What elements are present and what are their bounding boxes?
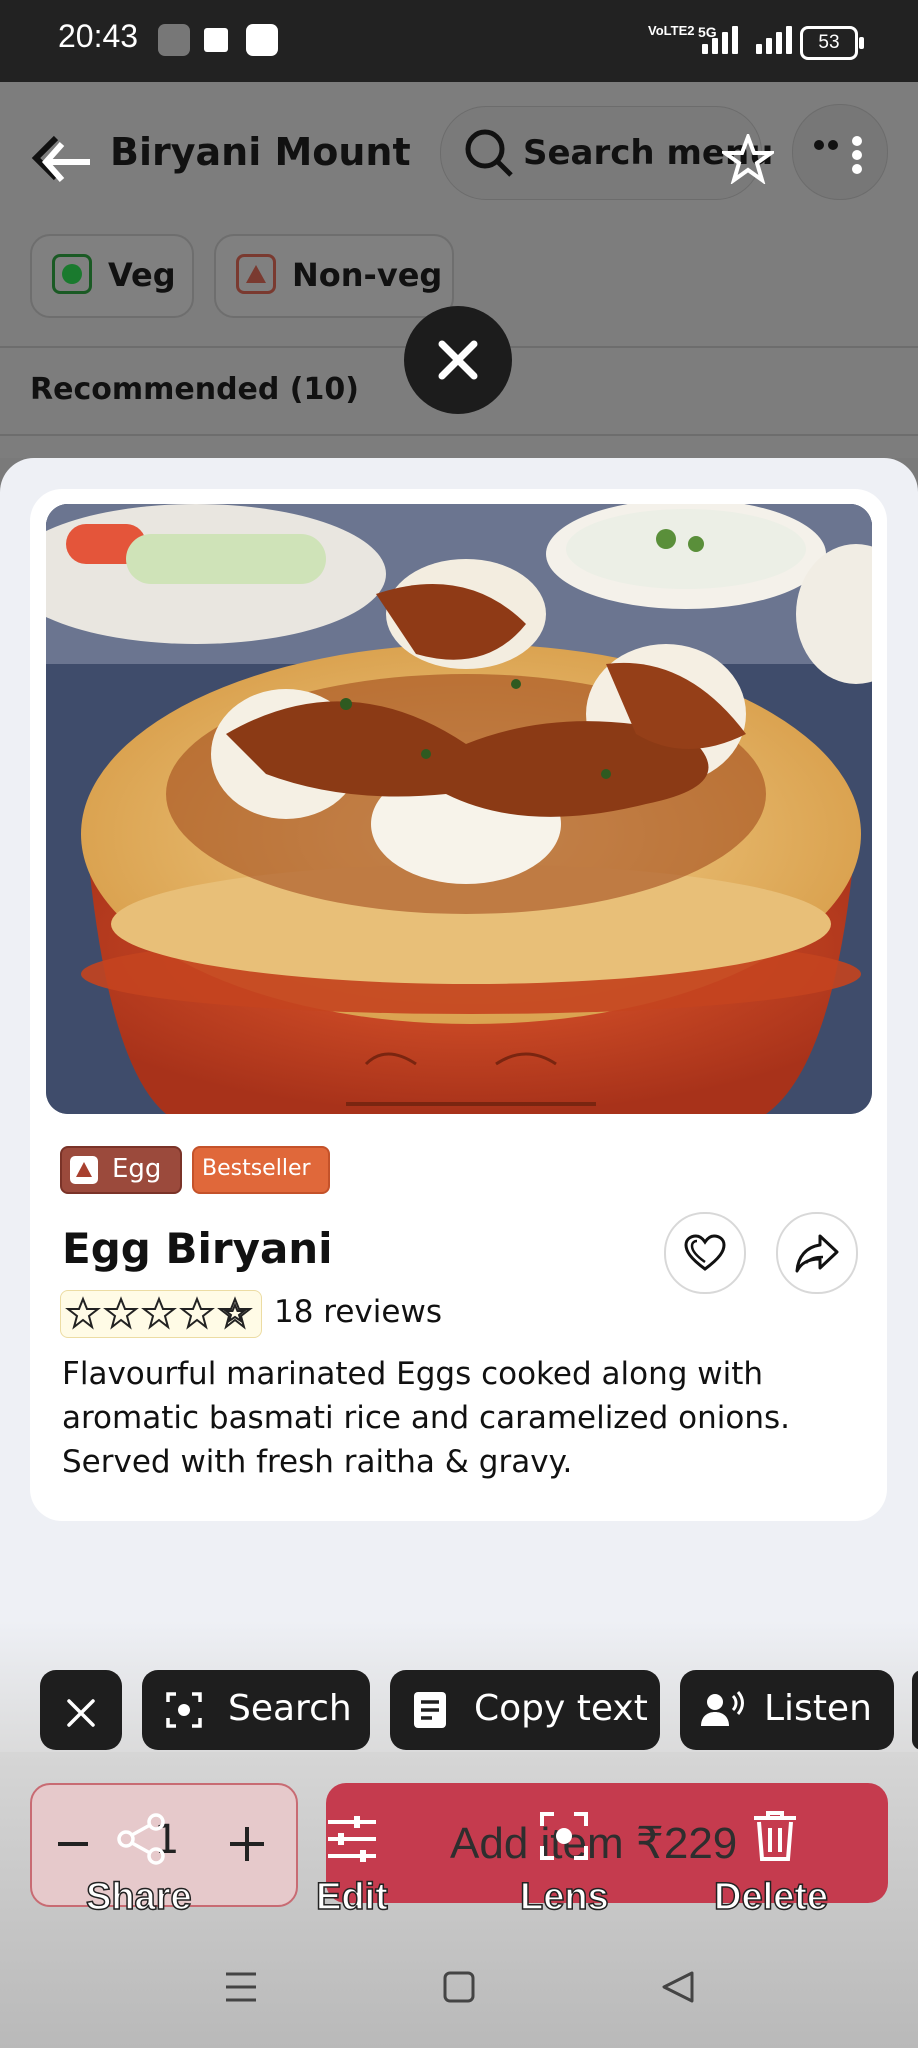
delete-action-label[interactable]: Delete xyxy=(713,1875,829,1919)
listen-label: Listen xyxy=(764,1688,872,1729)
divider xyxy=(0,434,918,436)
listen-button[interactable]: Listen xyxy=(680,1670,894,1750)
filter-chip-non-veg[interactable]: Non-veg xyxy=(214,234,454,318)
recent-apps-icon[interactable] xyxy=(222,1970,260,2008)
close-sheet-button[interactable] xyxy=(404,306,512,414)
veg-icon xyxy=(52,254,92,294)
filter-chip-label: Non-veg xyxy=(292,256,443,294)
search-menu-field[interactable]: Search menu xyxy=(440,106,773,200)
lens-search-label: Search xyxy=(228,1688,352,1729)
edit-action-label[interactable]: Edit xyxy=(315,1875,388,1919)
edit-sliders-icon[interactable] xyxy=(326,1814,378,1868)
dismiss-toolbar-button[interactable] xyxy=(40,1670,122,1750)
lens-icon[interactable] xyxy=(538,1810,590,1866)
more-options-button[interactable] xyxy=(792,104,888,200)
search-icon xyxy=(463,127,515,183)
bestseller-label: Bestseller xyxy=(202,1156,311,1181)
back-nav-icon[interactable] xyxy=(660,1970,696,2008)
lens-search-button[interactable]: Search xyxy=(142,1670,370,1750)
description-line: Flavourful marinated Eggs cooked along w… xyxy=(62,1356,764,1392)
copy-text-button[interactable]: Copy text xyxy=(390,1670,660,1750)
voot-app-icon xyxy=(158,24,190,56)
more-dots-icon xyxy=(813,131,873,183)
share-item-button[interactable] xyxy=(776,1212,858,1294)
heart-icon xyxy=(684,1234,726,1276)
copy-text-label: Copy text xyxy=(474,1688,648,1729)
minus-icon[interactable] xyxy=(56,1829,90,1863)
battery-level: 53 xyxy=(818,32,840,53)
description-line: aromatic basmati rice and caramelized on… xyxy=(62,1400,791,1436)
more-tools-button[interactable] xyxy=(912,1670,918,1750)
lens-action-label[interactable]: Lens xyxy=(519,1875,609,1919)
bestseller-badge: Bestseller xyxy=(192,1146,330,1194)
item-title: Egg Biryani xyxy=(62,1224,333,1273)
back-arrow-icon[interactable] xyxy=(30,134,94,188)
network-type-label: VoLTE2 xyxy=(648,23,695,38)
non-veg-icon xyxy=(236,254,276,294)
favorite-button[interactable] xyxy=(664,1212,746,1294)
trash-icon[interactable] xyxy=(752,1810,798,1866)
notification-app-icon xyxy=(246,24,278,56)
filter-chip-label: Veg xyxy=(108,256,176,294)
battery-icon: 53 xyxy=(800,26,864,60)
google-news-icon xyxy=(204,28,228,52)
rating-stars xyxy=(60,1290,262,1338)
document-icon xyxy=(412,1690,448,1739)
status-time: 20:43 xyxy=(58,18,139,54)
close-icon xyxy=(66,1696,96,1737)
egg-biryani-photo xyxy=(46,504,872,1114)
non-veg-icon xyxy=(70,1156,98,1184)
plus-icon[interactable] xyxy=(228,1825,266,1867)
egg-tag-label: Egg xyxy=(112,1154,162,1184)
egg-tag-badge: Egg xyxy=(60,1146,182,1194)
lens-search-icon xyxy=(164,1690,204,1739)
section-title: Recommended (10) xyxy=(30,372,359,407)
share-action-label[interactable]: Share xyxy=(85,1875,192,1919)
restaurant-name: Biryani Mount xyxy=(110,130,411,174)
home-icon[interactable] xyxy=(442,1970,476,2008)
share-arrow-icon xyxy=(794,1232,840,1278)
filter-chip-veg[interactable]: Veg xyxy=(30,234,194,318)
description-line: Served with fresh raitha & gravy. xyxy=(62,1444,573,1480)
close-icon xyxy=(436,338,480,386)
share-icon[interactable] xyxy=(116,1812,168,1870)
status-bar: 20:43 VoLTE2 5G 53 xyxy=(0,0,918,82)
item-description: Flavourful marinated Eggs cooked along w… xyxy=(62,1352,822,1484)
add-item-label: Add item ₹229 xyxy=(450,1819,738,1868)
star-icon[interactable] xyxy=(718,131,778,188)
review-count: 18 reviews xyxy=(274,1294,442,1330)
speaker-person-icon xyxy=(700,1690,746,1739)
